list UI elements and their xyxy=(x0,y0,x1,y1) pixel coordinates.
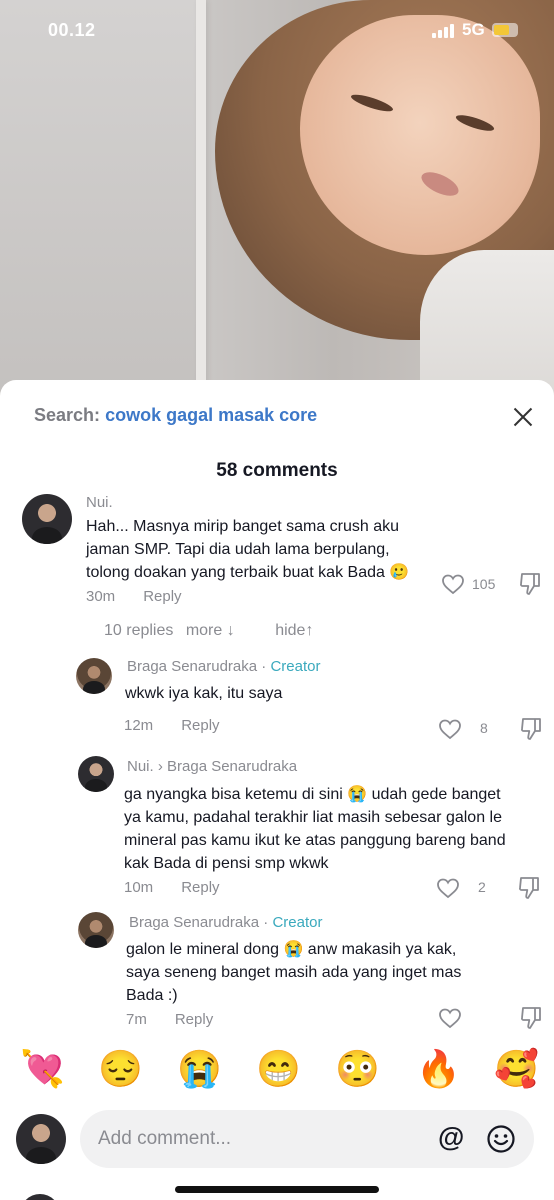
thumbs-down-icon[interactable] xyxy=(520,717,542,741)
battery-level xyxy=(494,25,509,35)
reply-time: 10m xyxy=(124,879,154,896)
reply-button[interactable]: Reply xyxy=(143,588,181,605)
creator-badge: Creator xyxy=(270,658,321,675)
emoji-loudly-crying[interactable]: 😭 xyxy=(177,1044,222,1094)
thumbs-down-icon[interactable] xyxy=(519,572,541,596)
reply-text: galon le mineral dong 😭 anw makasih ya k… xyxy=(126,941,462,1004)
comment-input[interactable] xyxy=(98,1110,428,1168)
status-time: 00.12 xyxy=(48,20,96,40)
reply-text: wkwk iya kak, itu saya xyxy=(125,685,283,702)
reply-button[interactable]: Reply xyxy=(181,879,219,896)
video-wall xyxy=(0,0,200,420)
heart-outline-icon[interactable] xyxy=(436,877,460,899)
heart-outline-icon[interactable] xyxy=(438,1007,462,1029)
hide-replies-button[interactable]: hide↑ xyxy=(275,622,313,639)
comment-time: 30m xyxy=(86,588,116,605)
comment-text: Hah... Masnya mirip banget sama crush ak… xyxy=(86,518,410,581)
reply-username-text: Braga Senarudraka xyxy=(129,914,260,931)
comment-meta: 30m Reply xyxy=(86,588,182,605)
mention-button[interactable]: @ xyxy=(438,1122,464,1153)
emoji-grinning[interactable]: 😁 xyxy=(256,1044,301,1094)
replies-toggle: 10 replies more ↓ hide↑ xyxy=(104,622,313,640)
reply-username[interactable]: Nui. › Braga Senarudraka xyxy=(127,758,297,775)
reply-username[interactable]: Braga Senarudraka · Creator xyxy=(127,658,320,675)
emoji-pensive[interactable]: 😔 xyxy=(98,1044,143,1094)
like-count: 8 xyxy=(480,720,488,736)
avatar[interactable] xyxy=(78,756,114,792)
cellular-signal-icon xyxy=(432,24,458,38)
reply-meta: 12m Reply xyxy=(124,717,220,734)
comment-input-pill[interactable]: @ xyxy=(80,1110,534,1168)
heart-outline-icon[interactable] xyxy=(438,718,462,740)
close-icon[interactable] xyxy=(510,404,536,430)
emoji-flushed[interactable]: 😳 xyxy=(335,1044,380,1094)
search-prefix: Search: xyxy=(34,405,101,425)
emoji-heart-arrow[interactable]: 💘 xyxy=(20,1044,65,1094)
emoji-smiling-hearts[interactable]: 🥰 xyxy=(494,1044,539,1094)
my-avatar[interactable] xyxy=(16,1114,66,1164)
emoji-quick-bar: 💘 😔 😭 😁 😳 🔥 🥰 xyxy=(0,1044,554,1100)
reply-time: 12m xyxy=(124,717,154,734)
thumbs-down-icon[interactable] xyxy=(520,1006,542,1030)
username-separator: · xyxy=(259,914,273,931)
creator-badge: Creator xyxy=(272,914,323,931)
reply-time: 7m xyxy=(126,1011,147,1028)
reply-button[interactable]: Reply xyxy=(175,1011,213,1028)
like-count: 105 xyxy=(472,576,496,592)
username-separator: · xyxy=(257,658,271,675)
reply-username[interactable]: Braga Senarudraka · Creator xyxy=(129,914,322,931)
comment-username[interactable]: Nui. xyxy=(86,494,113,511)
avatar[interactable] xyxy=(76,658,112,694)
video-frame[interactable] xyxy=(0,0,554,420)
reply-username-text: Braga Senarudraka xyxy=(127,658,258,675)
comments-count: 58 comments xyxy=(216,460,338,481)
avatar[interactable] xyxy=(78,912,114,948)
status-bar: 00.12 5G xyxy=(0,0,554,60)
heart-outline-icon[interactable] xyxy=(441,573,465,595)
video-door-edge xyxy=(196,0,206,420)
replies-count[interactable]: 10 replies xyxy=(104,622,173,639)
home-indicator[interactable] xyxy=(175,1186,379,1193)
reply-meta: 10m Reply xyxy=(124,879,220,896)
smiley-icon[interactable] xyxy=(486,1124,516,1154)
network-type: 5G xyxy=(462,20,485,39)
more-replies-button[interactable]: more ↓ xyxy=(186,622,235,639)
reply-text: ga nyangka bisa ketemu di sini 😭 udah ge… xyxy=(124,786,506,872)
search-term-link[interactable]: cowok gagal masak core xyxy=(105,405,317,425)
emoji-fire[interactable]: 🔥 xyxy=(416,1044,461,1094)
comment-input-bar: @ xyxy=(0,1108,554,1174)
search-suggestion[interactable]: Search: cowok gagal masak core xyxy=(34,405,317,426)
reply-button[interactable]: Reply xyxy=(181,717,219,734)
battery-icon xyxy=(492,23,518,37)
reply-meta: 7m Reply xyxy=(126,1011,213,1028)
thumbs-down-icon[interactable] xyxy=(518,876,540,900)
like-count: 2 xyxy=(478,879,486,895)
avatar[interactable] xyxy=(22,494,72,544)
